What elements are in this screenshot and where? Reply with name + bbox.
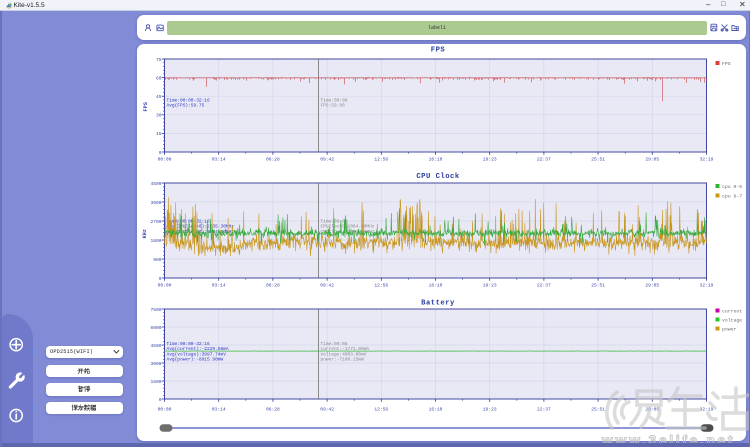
- svg-text:45: 45: [156, 94, 162, 100]
- svg-text:60: 60: [156, 75, 162, 81]
- svg-text:09:42: 09:42: [320, 407, 334, 413]
- svg-text:32:19: 32:19: [700, 407, 714, 413]
- svg-text:19:23: 19:23: [483, 283, 497, 289]
- svg-text:Time:00:00-32:16: Time:00:00-32:16: [167, 98, 211, 104]
- svg-text:0: 0: [159, 397, 162, 403]
- svg-text:09:42: 09:42: [320, 157, 334, 163]
- svg-text:900: 900: [153, 257, 162, 263]
- svg-text:cpu 0-5: cpu 0-5: [722, 184, 742, 190]
- svg-text:FPS:59.96: FPS:59.96: [321, 103, 346, 109]
- svg-text:4500: 4500: [150, 343, 161, 349]
- svg-text:Time:09:08: Time:09:08: [321, 341, 348, 347]
- svg-text:KHz: KHz: [142, 229, 148, 238]
- svg-text:22:37: 22:37: [537, 157, 551, 163]
- svg-text:current: current: [722, 309, 742, 315]
- svg-text:30: 30: [156, 113, 162, 119]
- svg-text:Avg(power):-8915.90mW: Avg(power):-8915.90mW: [167, 357, 224, 363]
- svg-text:4500: 4500: [150, 181, 161, 187]
- svg-text:power: power: [722, 328, 737, 333]
- svg-text:00:00: 00:00: [158, 283, 172, 289]
- svg-text:75: 75: [156, 57, 162, 63]
- svg-text:16:10: 16:10: [429, 407, 443, 413]
- svg-text:06:28: 06:28: [266, 283, 280, 289]
- svg-text:3600: 3600: [150, 200, 161, 206]
- svg-text:03:14: 03:14: [212, 407, 226, 413]
- svg-text:22:37: 22:37: [537, 407, 551, 413]
- svg-text:FPS: FPS: [722, 61, 731, 67]
- svg-text:22:37: 22:37: [537, 283, 551, 289]
- svg-text:29:05: 29:05: [645, 157, 659, 163]
- svg-text:03:14: 03:14: [212, 283, 226, 289]
- svg-text:29:05: 29:05: [645, 283, 659, 289]
- svg-text:Time:09:08: Time:09:08: [321, 98, 348, 104]
- svg-text:1800: 1800: [150, 238, 161, 244]
- svg-text:15: 15: [156, 131, 162, 137]
- svg-text:Avg(voltage):3997.74mV: Avg(voltage):3997.74mV: [167, 351, 227, 357]
- svg-text:25:51: 25:51: [591, 407, 605, 413]
- svg-text:03:14: 03:14: [212, 157, 226, 163]
- svg-text:Battery: Battery: [421, 300, 455, 308]
- svg-text:FPS: FPS: [431, 47, 446, 55]
- svg-text:16:10: 16:10: [429, 283, 443, 289]
- svg-text:09:42: 09:42: [320, 283, 334, 289]
- svg-text:25:51: 25:51: [591, 283, 605, 289]
- svg-text:19:23: 19:23: [483, 407, 497, 413]
- svg-text:Time:00:00-32:16: Time:00:00-32:16: [167, 218, 211, 224]
- svg-text:0: 0: [159, 276, 162, 282]
- svg-text:3000: 3000: [150, 361, 161, 367]
- svg-text:12:56: 12:56: [374, 407, 388, 413]
- svg-text:FPS: FPS: [143, 102, 149, 111]
- svg-text:06:28: 06:28: [266, 407, 280, 413]
- svg-text:Avg(CPUClock0):2035.30MHz: Avg(CPUClock0):2035.30MHz: [167, 224, 235, 230]
- svg-text:voltage:4003.00mV: voltage:4003.00mV: [321, 351, 367, 357]
- svg-text:2700: 2700: [150, 219, 161, 225]
- svg-text:voltage: voltage: [722, 318, 742, 324]
- svg-text:CPU Clock: CPU Clock: [416, 173, 460, 181]
- svg-text:19:23: 19:23: [483, 157, 497, 163]
- svg-text:Time:00:00-32:16: Time:00:00-32:16: [167, 341, 211, 347]
- svg-text:25:51: 25:51: [591, 157, 605, 163]
- svg-text:cpu 6-7: cpu 6-7: [722, 194, 742, 200]
- svg-text:32:19: 32:19: [700, 283, 714, 289]
- svg-text:Avg(FPS):59.75: Avg(FPS):59.75: [167, 103, 205, 109]
- svg-text:06:28: 06:28: [266, 157, 280, 163]
- svg-text:power:-7160.15mW: power:-7160.15mW: [321, 357, 365, 363]
- svg-text:12:56: 12:56: [374, 283, 388, 289]
- svg-text:16:10: 16:10: [429, 157, 443, 163]
- svg-text:0: 0: [159, 150, 162, 156]
- svg-text:6000: 6000: [150, 325, 161, 331]
- svg-text:1500: 1500: [150, 379, 161, 385]
- svg-text:00:00: 00:00: [158, 407, 172, 413]
- svg-text:12:56: 12:56: [374, 157, 388, 163]
- svg-text:7500: 7500: [150, 307, 161, 313]
- svg-text:CPUClock0:2064.00MHz: CPUClock0:2064.00MHz: [321, 224, 375, 230]
- svg-text:32:19: 32:19: [700, 157, 714, 163]
- svg-text:00:00: 00:00: [158, 157, 172, 163]
